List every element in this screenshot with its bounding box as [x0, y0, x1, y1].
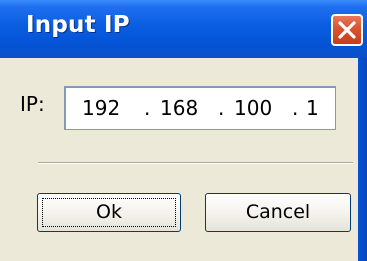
close-button[interactable]	[331, 14, 363, 46]
title-bar[interactable]: Input IP	[0, 0, 367, 58]
ip-dot-3: .	[292, 96, 299, 120]
window-border	[358, 58, 367, 261]
ok-button[interactable]: Ok	[37, 193, 181, 232]
ip-octet-1[interactable]: 192	[82, 96, 120, 120]
dialog-window: Input IP IP: 192 . 168 . 100 . 1 Ok Canc…	[0, 0, 367, 261]
ip-dot-2: .	[218, 96, 225, 120]
ip-octet-4[interactable]: 1	[306, 96, 319, 120]
ip-octet-3[interactable]: 100	[234, 96, 272, 120]
ip-address-input[interactable]: 192 . 168 . 100 . 1	[64, 86, 336, 130]
ip-dot-1: .	[144, 96, 151, 120]
ip-octet-2[interactable]: 168	[160, 96, 198, 120]
window-title: Input IP	[26, 12, 130, 38]
ip-label: IP:	[20, 92, 45, 116]
close-icon	[338, 21, 356, 39]
cancel-button[interactable]: Cancel	[205, 193, 351, 232]
separator-line	[38, 162, 353, 164]
focus-ring	[42, 198, 176, 227]
cancel-button-label: Cancel	[245, 201, 311, 223]
